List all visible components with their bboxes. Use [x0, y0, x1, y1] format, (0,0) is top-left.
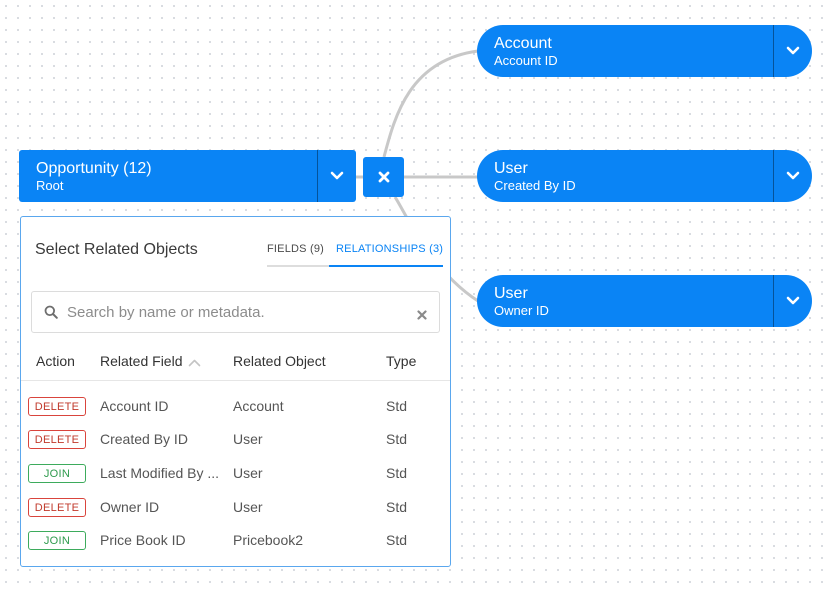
root-node[interactable]: Opportunity (12) Root	[19, 150, 356, 202]
delete-button[interactable]: DELETE	[28, 498, 86, 517]
related-field-cell: Owner ID	[100, 499, 160, 515]
delete-button[interactable]: DELETE	[28, 430, 86, 449]
chevron-down-icon	[786, 46, 800, 55]
search-input[interactable]	[67, 292, 407, 332]
chevron-down-icon	[786, 296, 800, 305]
type-cell: Std	[386, 398, 408, 414]
related-field-cell: Created By ID	[100, 431, 188, 447]
chevron-down-icon	[330, 171, 344, 180]
search-box	[31, 291, 440, 333]
table-row: DELETE Account ID Account Std	[21, 390, 450, 423]
related-node-owner-user[interactable]: User Owner ID	[477, 275, 812, 327]
join-button[interactable]: JOIN	[28, 464, 86, 483]
chevron-down-icon	[786, 171, 800, 180]
sort-ascending-icon[interactable]	[188, 359, 201, 367]
column-header-action[interactable]: Action	[36, 353, 75, 369]
related-field-cell: Last Modified By ...	[100, 465, 220, 481]
root-node-expand-button[interactable]	[317, 150, 356, 202]
related-node-subtitle: Account ID	[494, 52, 558, 68]
panel-title: Select Related Objects	[35, 241, 198, 258]
select-related-objects-panel: Select Related Objects FIELDS (9) RELATI…	[20, 216, 451, 567]
type-cell: Std	[386, 465, 408, 481]
related-node-title: Account	[494, 34, 552, 52]
column-header-related-field[interactable]: Related Field	[100, 353, 183, 369]
related-node-title: User	[494, 159, 528, 177]
close-icon	[378, 171, 389, 183]
search-icon	[44, 305, 58, 324]
related-object-cell: Pricebook2	[233, 532, 304, 548]
tab-fields[interactable]: FIELDS (9)	[267, 240, 330, 267]
related-node-text: User Owner ID	[477, 275, 773, 327]
related-object-cell: User	[233, 465, 263, 481]
related-node-created-by-user[interactable]: User Created By ID	[477, 150, 812, 202]
related-node-title: User	[494, 284, 528, 302]
related-node-expand-button[interactable]	[773, 150, 812, 202]
table-row: JOIN Price Book ID Pricebook2 Std	[21, 524, 450, 557]
panel-tabs: FIELDS (9) RELATIONSHIPS (3)	[267, 240, 444, 267]
table-row: JOIN Last Modified By ... User Std	[21, 457, 450, 490]
related-field-cell: Account ID	[100, 398, 169, 414]
related-node-expand-button[interactable]	[773, 25, 812, 77]
related-node-account[interactable]: Account Account ID	[477, 25, 812, 77]
related-object-cell: User	[233, 431, 263, 447]
related-object-cell: User	[233, 499, 263, 515]
related-object-cell: Account	[233, 398, 284, 414]
column-header-related-object[interactable]: Related Object	[233, 353, 326, 369]
related-node-expand-button[interactable]	[773, 275, 812, 327]
remove-relationships-button[interactable]	[363, 157, 404, 197]
related-node-text: Account Account ID	[477, 25, 773, 77]
table-row: DELETE Owner ID User Std	[21, 491, 450, 524]
root-node-title: Opportunity (12)	[36, 159, 152, 177]
root-node-text: Opportunity (12) Root	[19, 150, 317, 202]
type-cell: Std	[386, 431, 408, 447]
related-node-subtitle: Created By ID	[494, 177, 576, 193]
tab-relationships[interactable]: RELATIONSHIPS (3)	[329, 240, 444, 267]
join-button[interactable]: JOIN	[28, 531, 86, 550]
related-node-text: User Created By ID	[477, 150, 773, 202]
clear-search-icon[interactable]	[417, 307, 427, 325]
related-field-cell: Price Book ID	[100, 532, 186, 548]
related-node-subtitle: Owner ID	[494, 302, 549, 318]
delete-button[interactable]: DELETE	[28, 397, 86, 416]
table-row: DELETE Created By ID User Std	[21, 423, 450, 456]
type-cell: Std	[386, 499, 408, 515]
type-cell: Std	[386, 532, 408, 548]
column-header-type[interactable]: Type	[386, 353, 416, 369]
table-header: Action Related Field Related Object Type	[21, 350, 450, 381]
root-node-subtitle: Root	[36, 177, 64, 193]
